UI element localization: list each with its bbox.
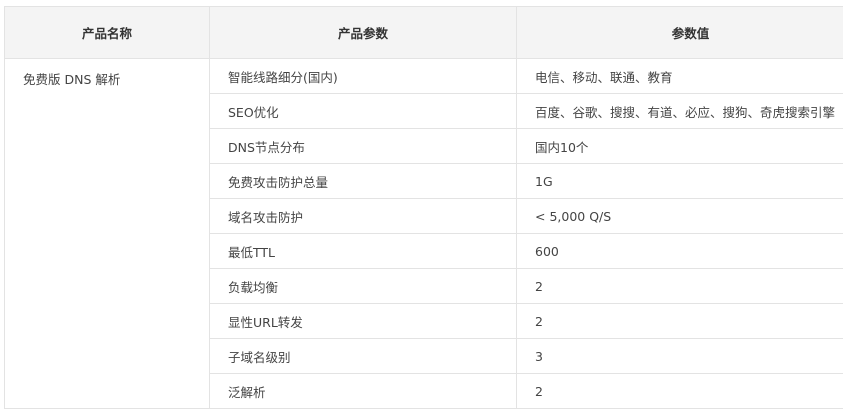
param-cell: 免费攻击防护总量 bbox=[209, 163, 517, 199]
value-cell: 2 bbox=[516, 268, 843, 304]
value-cell: 2 bbox=[516, 373, 843, 409]
value-cell: < 5,000 Q/S bbox=[516, 198, 843, 234]
param-cell: 最低TTL bbox=[209, 233, 517, 269]
value-cell: 2 bbox=[516, 303, 843, 339]
value-cell: 600 bbox=[516, 233, 843, 269]
value-cell: 国内10个 bbox=[516, 128, 843, 164]
param-cell: SEO优化 bbox=[209, 93, 517, 129]
table-header: 产品名称 产品参数 参数值 bbox=[4, 6, 843, 59]
header-product-params: 产品参数 bbox=[209, 6, 517, 59]
param-cell: 智能线路细分(国内) bbox=[209, 58, 517, 94]
product-params-table: 产品名称 产品参数 参数值 免费版 DNS 解析 智能线路细分(国内) 电信、移… bbox=[4, 6, 843, 409]
table-body: 免费版 DNS 解析 智能线路细分(国内) 电信、移动、联通、教育 SEO优化 … bbox=[4, 58, 843, 409]
value-cell: 1G bbox=[516, 163, 843, 199]
param-cell: 泛解析 bbox=[209, 373, 517, 409]
value-cell: 3 bbox=[516, 338, 843, 374]
param-cell: 子域名级别 bbox=[209, 338, 517, 374]
header-product-name: 产品名称 bbox=[4, 6, 210, 59]
value-cell: 百度、谷歌、搜搜、有道、必应、搜狗、奇虎搜索引擎 bbox=[516, 93, 843, 129]
header-row: 产品名称 产品参数 参数值 bbox=[4, 6, 843, 59]
param-cell: DNS节点分布 bbox=[209, 128, 517, 164]
param-cell: 域名攻击防护 bbox=[209, 198, 517, 234]
param-cell: 负载均衡 bbox=[209, 268, 517, 304]
param-cell: 显性URL转发 bbox=[209, 303, 517, 339]
value-cell: 电信、移动、联通、教育 bbox=[516, 58, 843, 94]
table-row: 免费版 DNS 解析 智能线路细分(国内) 电信、移动、联通、教育 bbox=[4, 58, 843, 409]
product-name-cell: 免费版 DNS 解析 bbox=[4, 58, 210, 409]
header-param-value: 参数值 bbox=[516, 6, 843, 59]
